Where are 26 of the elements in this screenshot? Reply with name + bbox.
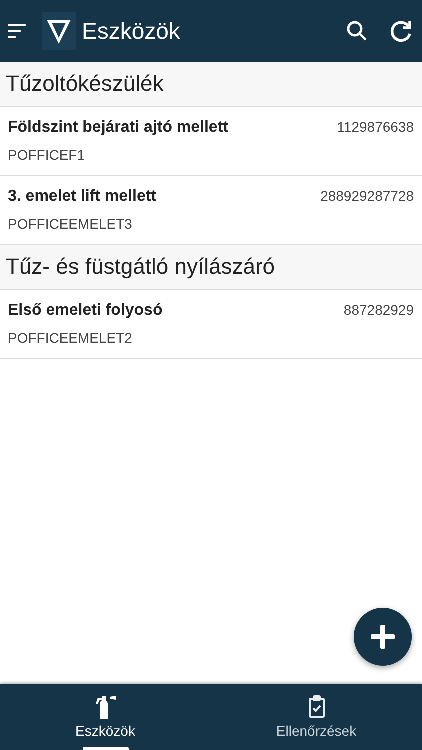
fire-extinguisher-icon bbox=[94, 695, 116, 719]
add-button[interactable] bbox=[354, 608, 412, 666]
section-header: Tűz- és füstgátló nyílászáró bbox=[0, 245, 422, 290]
logo-icon bbox=[42, 12, 76, 50]
section-header: Tűzoltókészülék bbox=[0, 62, 422, 107]
menu-button[interactable] bbox=[8, 23, 28, 39]
refresh-button[interactable] bbox=[388, 18, 414, 44]
item-code: POFFICEEMELET3 bbox=[8, 216, 134, 232]
item-name[interactable]: Földszint bejárati ajtó mellett bbox=[8, 119, 228, 137]
active-tab-indicator bbox=[82, 747, 128, 750]
nav-tab[interactable]: Ellenőrzések bbox=[211, 684, 422, 750]
item-code: POFFICEF1 bbox=[8, 147, 86, 163]
clipboard-check-icon bbox=[308, 695, 326, 719]
item-code: POFFICEEMELET2 bbox=[8, 330, 134, 346]
search-button[interactable] bbox=[346, 20, 368, 42]
refresh-icon bbox=[388, 18, 414, 44]
item-name[interactable]: 3. emelet lift mellett bbox=[8, 188, 156, 206]
nav-tab[interactable]: Eszközök bbox=[0, 684, 211, 750]
item-name[interactable]: Első emeleti folyosó bbox=[8, 302, 163, 320]
item-number: 887282929 bbox=[344, 302, 414, 318]
plus-icon bbox=[370, 624, 396, 650]
item-number: 1129876638 bbox=[337, 119, 414, 135]
search-icon bbox=[346, 20, 368, 42]
item-number: 288929287728 bbox=[320, 188, 414, 204]
app-title: Eszközök bbox=[82, 18, 182, 44]
menu-icon bbox=[8, 23, 28, 39]
